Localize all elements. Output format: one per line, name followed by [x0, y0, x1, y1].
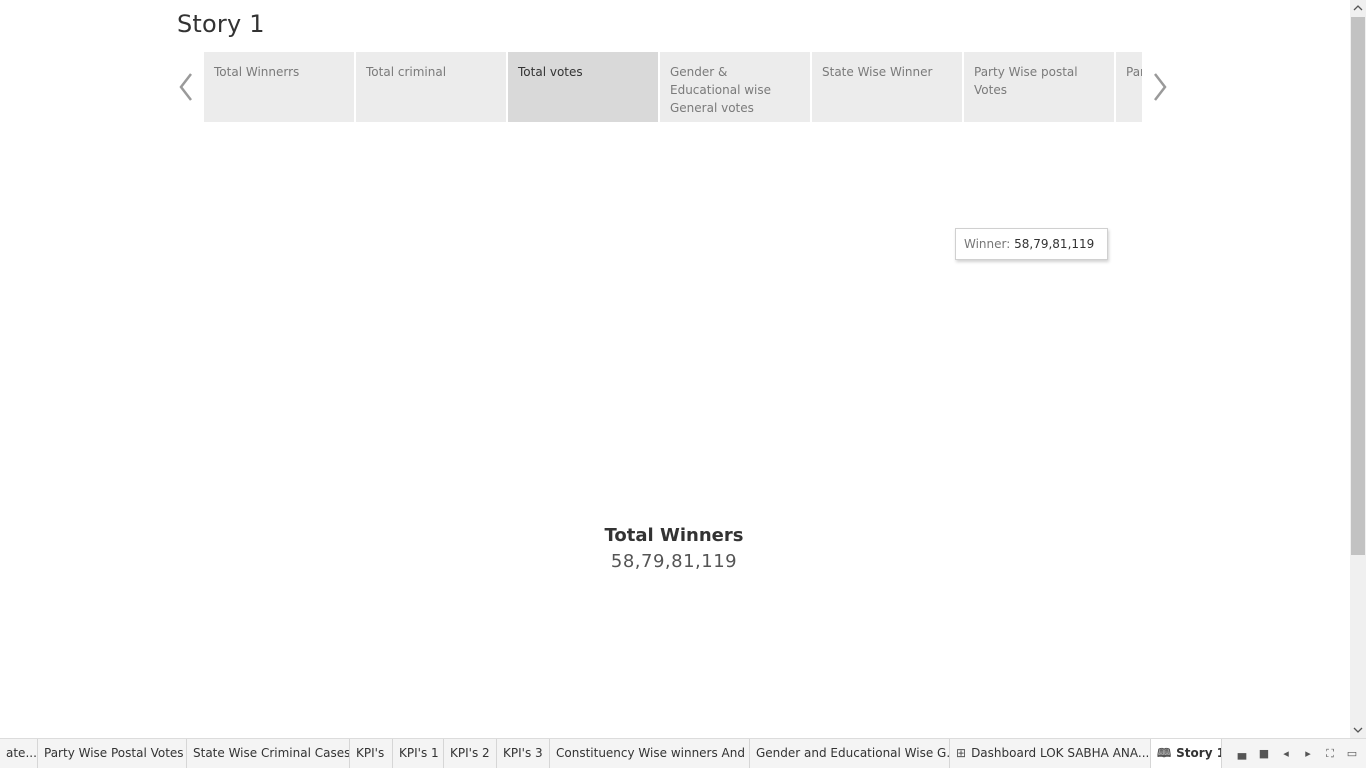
sheet-tab-state-wise-criminal-cases[interactable]: State Wise Criminal Cases [187, 739, 350, 768]
kpi-card[interactable]: Total Winners 58,79,81,119 [474, 523, 874, 575]
story-point-gender-educational[interactable]: Gender & Educational wise General votes [660, 52, 810, 122]
scroll-up-button[interactable] [1350, 0, 1366, 16]
sheet-tab-truncated[interactable]: ate... [0, 739, 38, 768]
sheet-tab-kpis-2[interactable]: KPI's 2 [444, 739, 497, 768]
sheet-tabs: ate... Party Wise Postal Votes State Wise … [0, 739, 1222, 768]
tooltip-label: Winner: [964, 237, 1011, 251]
chevron-down-icon [1353, 727, 1363, 733]
vertical-scrollbar[interactable] [1350, 0, 1366, 738]
chevron-up-icon [1353, 5, 1363, 11]
winner-tooltip: Winner: 58,79,81,119 [955, 228, 1108, 260]
sheet-tab-constituency-wise-winners[interactable]: Constituency Wise winners And ... [550, 739, 750, 768]
sheet-tab-gender-educational[interactable]: Gender and Educational Wise G... [750, 739, 950, 768]
story-point-total-votes[interactable]: Total votes [508, 52, 658, 122]
story-book-icon: 🕮 [1157, 746, 1172, 760]
sheet-tab-bar: ate... Party Wise Postal Votes State Wise … [0, 738, 1366, 768]
chevron-left-icon [179, 73, 192, 101]
previous-story-point-button[interactable] [174, 70, 198, 104]
sheet-tab-label: Story 1 [1176, 746, 1222, 760]
scroll-down-button[interactable] [1350, 722, 1366, 738]
show-sheet-sorter-icon[interactable]: ■ [1254, 739, 1274, 768]
story-point-state-wise-winner[interactable]: State Wise Winner [812, 52, 962, 122]
kpi-value: 58,79,81,119 [610, 551, 738, 572]
previous-sheet-icon[interactable]: ◂ [1276, 739, 1296, 768]
story-point-party-partial[interactable]: Par [1116, 52, 1142, 122]
story-point-navigator: Total Winnerrs Total criminal Total votes G… [204, 52, 1142, 122]
sheet-tab-kpis-1[interactable]: KPI's 1 [393, 739, 444, 768]
sheet-controls: ▄ ■ ◂ ▸ ⛶ ▭ [1230, 739, 1362, 768]
next-sheet-icon[interactable]: ▸ [1298, 739, 1318, 768]
sheet-tab-party-wise-postal-votes[interactable]: Party Wise Postal Votes [38, 739, 187, 768]
next-story-point-button[interactable] [1148, 70, 1172, 104]
tooltip-value: 58,79,81,119 [1014, 237, 1095, 251]
story-title: Story 1 [177, 10, 265, 38]
scrollbar-thumb[interactable] [1351, 17, 1365, 555]
sheet-tab-kpis[interactable]: KPI's [350, 739, 393, 768]
sheet-tab-kpis-3[interactable]: KPI's 3 [497, 739, 550, 768]
fullscreen-icon[interactable]: ⛶ [1320, 739, 1340, 768]
story-point-total-winners[interactable]: Total Winnerrs [204, 52, 354, 122]
dashboard-grid-icon: ⊞ [956, 746, 967, 760]
sheet-tab-dashboard-lok-sabha[interactable]: ⊞ Dashboard LOK SABHA ANA... [950, 739, 1151, 768]
story-point-total-criminal[interactable]: Total criminal [356, 52, 506, 122]
show-filmstrip-icon[interactable]: ▄ [1232, 739, 1252, 768]
sheet-tab-label: Dashboard LOK SABHA ANA... [971, 746, 1150, 760]
presentation-mode-icon[interactable]: ▭ [1342, 739, 1362, 768]
chevron-right-icon [1154, 73, 1167, 101]
story-point-party-wise-postal[interactable]: Party Wise postal Votes [964, 52, 1114, 122]
sheet-tab-story-1[interactable]: 🕮 Story 1 [1151, 739, 1222, 768]
kpi-title: Total Winners [604, 525, 744, 546]
